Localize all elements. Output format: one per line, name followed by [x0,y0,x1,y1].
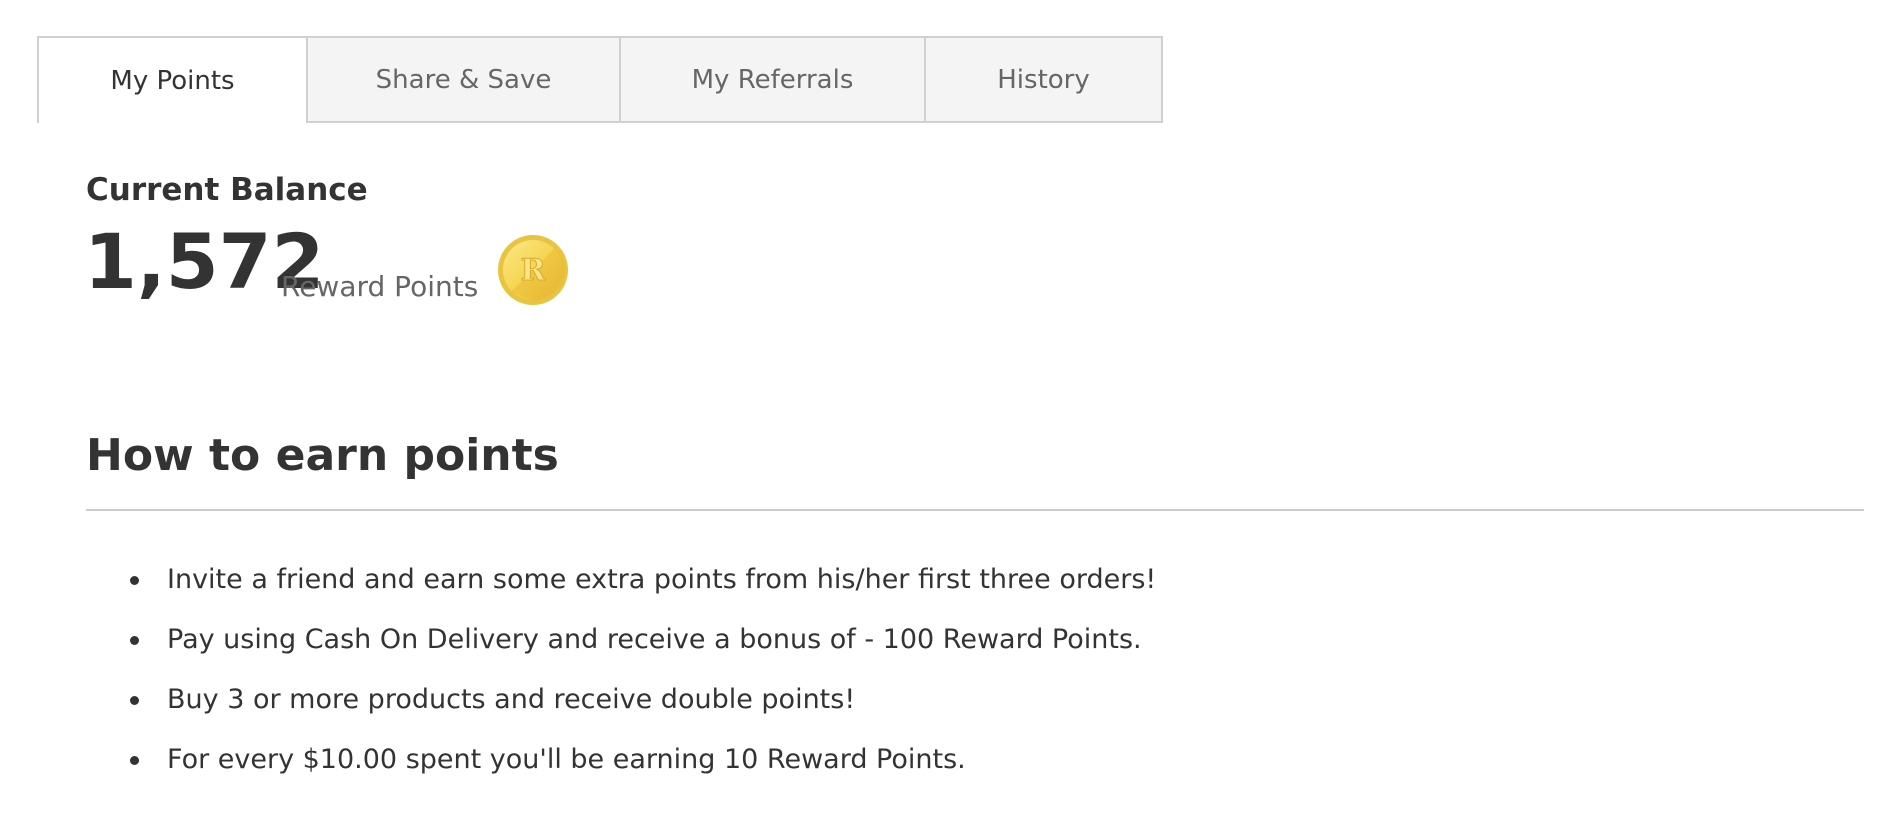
tab-my-referrals[interactable]: My Referrals [621,36,926,123]
list-item: Invite a friend and earn some extra poin… [130,558,1156,618]
list-item: For every $10.00 spent you'll be earning… [130,738,1156,798]
tab-my-points[interactable]: My Points [37,36,308,123]
earn-points-heading: How to earn points [86,430,559,481]
points-tabs: My Points Share & Save My Referrals Hist… [37,36,1163,123]
list-item: Pay using Cash On Delivery and receive a… [130,618,1156,678]
list-item-text: For every $10.00 spent you'll be earning… [167,744,966,775]
bullet-icon [130,756,139,765]
bullet-icon [130,636,139,645]
tab-history[interactable]: History [926,36,1163,123]
list-item-text: Invite a friend and earn some extra poin… [167,564,1157,595]
points-unit-label: Reward Points [281,270,479,303]
reward-coin-icon: R [498,235,568,305]
bullet-icon [130,576,139,585]
current-balance-label: Current Balance [86,172,368,208]
section-divider [86,509,1864,511]
list-item-text: Buy 3 or more products and receive doubl… [167,684,856,715]
list-item-text: Pay using Cash On Delivery and receive a… [167,624,1142,655]
list-item: Buy 3 or more products and receive doubl… [130,678,1156,738]
coin-letter: R [521,253,547,288]
tab-share-and-save[interactable]: Share & Save [308,36,621,123]
bullet-icon [130,696,139,705]
earn-points-list: Invite a friend and earn some extra poin… [130,558,1156,798]
